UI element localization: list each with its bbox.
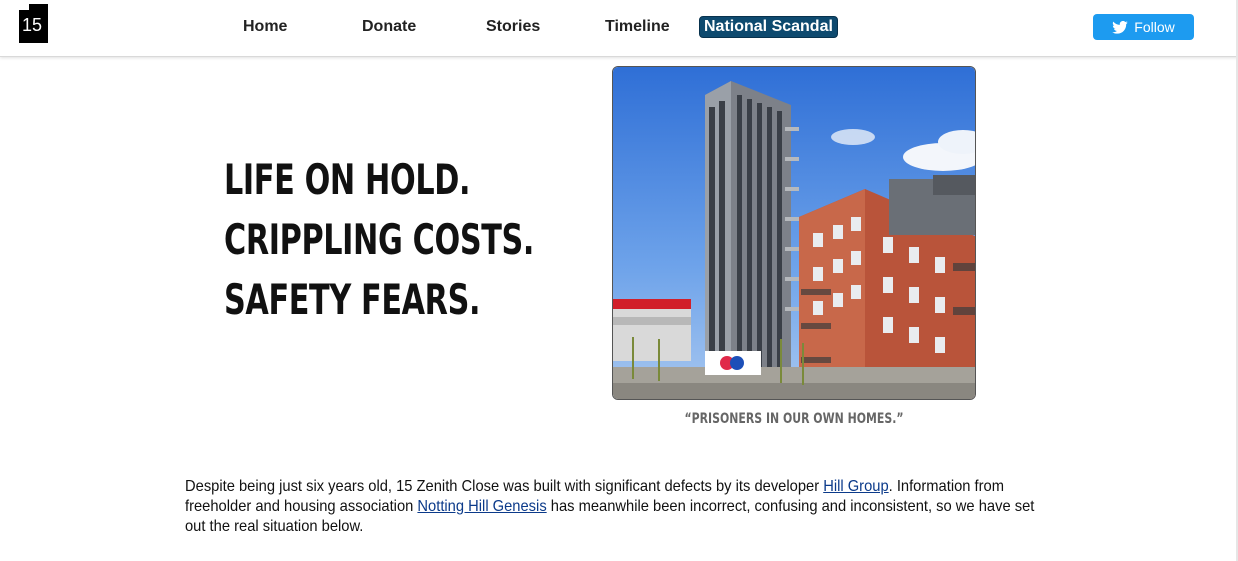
site-logo[interactable]: 15 <box>19 4 48 43</box>
hero-headline: LIFE ON HOLD. CRIPPLING COSTS. SAFETY FE… <box>224 150 534 330</box>
building-photo <box>612 66 976 400</box>
photo-caption: “PRISONERS IN OUR OWN HOMES.” <box>684 411 904 427</box>
hill-group-link[interactable]: Hill Group <box>823 478 888 495</box>
nav-donate[interactable]: Donate <box>362 16 416 38</box>
headline-line-1: LIFE ON HOLD. <box>224 155 471 204</box>
intro-text-1: Despite being just six years old, 15 Zen… <box>185 478 824 495</box>
logo-notch <box>19 4 29 10</box>
nav-stories[interactable]: Stories <box>486 16 540 38</box>
headline-line-2: CRIPPLING COSTS. <box>224 215 535 264</box>
bird-icon <box>1112 20 1129 34</box>
twitter-follow-button[interactable]: Follow <box>1093 14 1194 40</box>
nav-national-scandal[interactable]: National Scandal <box>699 16 838 38</box>
headline-line-3: SAFETY FEARS. <box>224 275 481 324</box>
follow-label: Follow <box>1134 19 1175 35</box>
notting-hill-genesis-link[interactable]: Notting Hill Genesis <box>417 498 546 515</box>
nav-home[interactable]: Home <box>243 16 287 38</box>
nav-timeline[interactable]: Timeline <box>605 16 670 38</box>
tower-block-image <box>613 67 975 399</box>
top-navbar: 15 Home Donate Stories Timeline National… <box>0 0 1238 57</box>
intro-paragraph: Despite being just six years old, 15 Zen… <box>185 477 1045 537</box>
logo-text: 15 <box>22 15 43 35</box>
